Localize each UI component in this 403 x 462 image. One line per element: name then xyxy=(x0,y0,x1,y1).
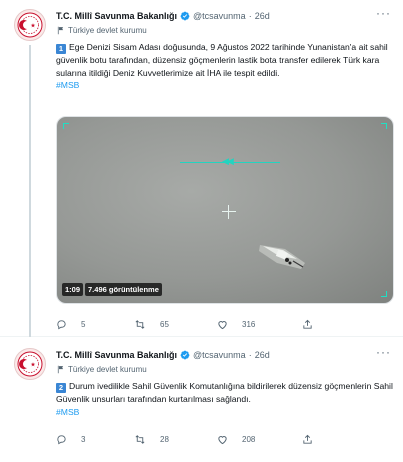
government-label: Türkiye devlet kurumu xyxy=(56,363,147,375)
more-icon[interactable]: ··· xyxy=(376,346,391,358)
retweet-icon xyxy=(135,319,145,329)
share-icon xyxy=(303,434,312,444)
thread-line xyxy=(29,45,31,337)
author-name[interactable]: T.C. Millî Savunma Bakanlığı xyxy=(56,11,177,21)
avatar[interactable] xyxy=(14,348,46,380)
hud-arrow-icon: ◀◀ xyxy=(222,156,234,166)
number-badge: 1 xyxy=(56,44,66,54)
hud-corner xyxy=(381,123,387,129)
action-bar: 3 28 208 xyxy=(56,432,346,446)
more-icon[interactable]: ··· xyxy=(376,7,391,19)
video-overlay: 1:09 7.496 görüntülenme xyxy=(62,283,162,296)
retweet-button[interactable]: 65 xyxy=(134,317,209,331)
crosshair-icon xyxy=(222,205,236,219)
tweet-time[interactable]: 26d xyxy=(255,350,270,360)
retweet-count: 28 xyxy=(160,434,169,444)
reply-icon xyxy=(57,434,66,444)
number-badge: 2 xyxy=(56,383,66,393)
verified-badge-icon xyxy=(180,350,190,360)
like-count: 316 xyxy=(242,319,256,329)
hashtag-link[interactable]: #MSB xyxy=(56,80,79,90)
retweet-button[interactable]: 28 xyxy=(134,432,209,446)
share-button[interactable] xyxy=(302,432,313,446)
tweet-text: 2 Durum ivedilikle Sahil Güvenlik Komutan… xyxy=(56,380,394,418)
tweet-text: 1 Ege Denizi Sisam Adası doğusunda, 9 Ağu… xyxy=(56,41,394,92)
tweet-header: T.C. Millî Savunma Bakanlığı @tcsavunma … xyxy=(56,7,391,23)
like-button[interactable]: 208 xyxy=(217,432,292,446)
like-icon xyxy=(218,435,227,444)
video-views: 7.496 görüntülenme xyxy=(85,283,162,296)
author-handle[interactable]: @tcsavunma xyxy=(193,350,246,360)
hud-corner xyxy=(63,123,69,129)
author-name[interactable]: T.C. Millî Savunma Bakanlığı xyxy=(56,350,177,360)
tweet-2[interactable]: T.C. Millî Savunma Bakanlığı @tcsavunma … xyxy=(0,337,403,462)
hashtag-link[interactable]: #MSB xyxy=(56,407,79,417)
separator-dot: · xyxy=(248,350,252,360)
tweet-body: Durum ivedilikle Sahil Güvenlik Komutanl… xyxy=(56,381,393,404)
reply-button[interactable]: 5 xyxy=(56,317,126,331)
video-duration: 1:09 xyxy=(62,283,84,296)
video-player[interactable]: ◀◀ 1:09 7.496 görüntülenme xyxy=(56,116,394,304)
avatar-emblem-icon xyxy=(17,12,43,38)
like-button[interactable]: 316 xyxy=(217,317,292,331)
account-label: Türkiye devlet kurumu xyxy=(68,364,147,374)
retweet-count: 65 xyxy=(160,319,169,329)
like-icon xyxy=(218,320,227,329)
government-flag-icon xyxy=(57,26,64,34)
retweet-icon xyxy=(135,434,145,444)
tweet-header: T.C. Millî Savunma Bakanlığı @tcsavunma … xyxy=(56,346,391,362)
government-flag-icon xyxy=(57,365,64,373)
share-icon xyxy=(303,319,312,329)
reply-button[interactable]: 3 xyxy=(56,432,126,446)
reply-count: 3 xyxy=(81,434,86,444)
verified-badge-icon xyxy=(180,11,190,21)
tweet-time[interactable]: 26d xyxy=(255,11,270,21)
share-button[interactable] xyxy=(302,317,313,331)
author-handle[interactable]: @tcsavunma xyxy=(193,11,246,21)
reply-count: 5 xyxy=(81,319,86,329)
action-bar: 5 65 316 xyxy=(56,317,346,331)
separator-dot: · xyxy=(248,11,252,21)
reply-icon xyxy=(57,319,66,329)
tweet-body: Ege Denizi Sisam Adası doğusunda, 9 Ağus… xyxy=(56,42,388,78)
avatar-emblem-icon xyxy=(17,351,43,377)
government-label: Türkiye devlet kurumu xyxy=(56,24,147,36)
like-count: 208 xyxy=(242,434,256,444)
tweet-1[interactable]: T.C. Millî Savunma Bakanlığı @tcsavunma … xyxy=(0,0,403,337)
hud-corner xyxy=(381,291,387,297)
account-label: Türkiye devlet kurumu xyxy=(68,25,147,35)
boat-image xyxy=(259,245,305,269)
avatar[interactable] xyxy=(14,9,46,41)
